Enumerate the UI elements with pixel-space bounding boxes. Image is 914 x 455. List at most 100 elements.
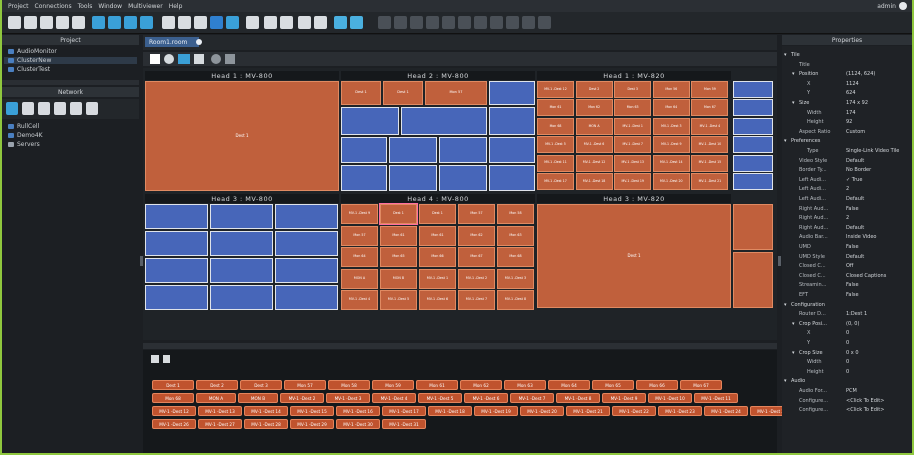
video-tile[interactable]: Mon 63 <box>614 99 652 117</box>
video-tile[interactable]: MV-1 -Dest 5 <box>537 136 574 154</box>
source-chip[interactable]: MV-1 -Dest 7 <box>510 393 554 403</box>
video-tile[interactable] <box>341 165 387 191</box>
toolbar-button-19[interactable] <box>314 16 327 29</box>
video-tile[interactable]: Mon 57 <box>425 81 487 105</box>
property-value[interactable]: <Click To Edit> <box>846 398 884 404</box>
source-chip[interactable]: MV-1 -Dest 8 <box>556 393 600 403</box>
video-tile[interactable]: MV-1 -Dest 12 <box>537 81 574 98</box>
network-tool-icon-1[interactable] <box>6 102 18 115</box>
video-tile[interactable]: Mon 65 <box>380 247 417 267</box>
align-tool-4[interactable] <box>426 16 439 29</box>
toolbar-button-20[interactable] <box>334 16 347 29</box>
video-tile[interactable] <box>733 252 773 308</box>
property-value[interactable]: 174 <box>846 110 856 116</box>
video-tile[interactable]: Mon 68 <box>537 117 574 135</box>
video-tile[interactable] <box>145 204 208 229</box>
source-chip[interactable]: MV-1 -Dest 26 <box>152 419 196 429</box>
video-tile[interactable]: Mon 61 <box>419 225 456 246</box>
source-chip[interactable]: MV-1 -Dest 20 <box>520 406 564 416</box>
property-value[interactable]: Closed Captions <box>846 273 886 279</box>
video-tile[interactable] <box>489 107 535 135</box>
menu-tools[interactable]: Tools <box>78 3 93 10</box>
network-tool-icon-6[interactable] <box>86 102 98 115</box>
splitter[interactable] <box>2 80 139 85</box>
project-item-audiomonitor[interactable]: AudioMonitor <box>8 48 57 55</box>
source-chip[interactable]: MV-1 -Dest 11 <box>694 393 738 403</box>
property-value[interactable]: 0 <box>846 330 849 336</box>
video-tile[interactable]: Mon 68 <box>497 247 534 267</box>
project-item-clusternew[interactable]: ClusterNew <box>4 57 137 64</box>
video-tile[interactable] <box>210 258 273 283</box>
toolbar-button-16[interactable] <box>264 16 277 29</box>
video-tile[interactable] <box>439 165 487 191</box>
source-chip[interactable]: MV-1 -Dest 31 <box>382 419 426 429</box>
source-chip[interactable]: MV-1 -Dest 28 <box>244 419 288 429</box>
video-tile[interactable]: Mon 62 <box>575 99 613 117</box>
video-tile[interactable] <box>341 137 387 163</box>
video-tile[interactable] <box>275 258 338 283</box>
right-resize-handle[interactable] <box>778 256 781 266</box>
video-tile[interactable]: MV-1 -Dest 14 <box>652 154 690 172</box>
source-chip[interactable]: MV-1 -Dest 12 <box>152 406 196 416</box>
video-tile[interactable]: Mon 56 <box>652 81 690 98</box>
video-tile[interactable]: MV-1 -Dest 1 <box>614 117 652 135</box>
property-value[interactable]: False <box>846 282 859 288</box>
align-tool-9[interactable] <box>506 16 519 29</box>
source-chip[interactable]: Mon 61 <box>416 380 458 390</box>
property-value[interactable]: 174 x 92 <box>846 100 868 106</box>
toolbar-button-12[interactable] <box>194 16 207 29</box>
user-avatar-icon[interactable] <box>899 2 907 10</box>
property-value[interactable]: 1:Dest 1 <box>846 311 867 317</box>
video-tile[interactable]: MV-1 -Dest 7 <box>458 290 495 310</box>
source-chip[interactable]: Mon 63 <box>504 380 546 390</box>
property-value[interactable]: 624 <box>846 90 856 96</box>
source-chip[interactable]: MV-1 -Dest 23 <box>658 406 702 416</box>
video-tile[interactable]: Dest 1 <box>383 81 423 105</box>
canvas-splitter[interactable] <box>143 343 777 349</box>
video-tile[interactable] <box>733 154 773 172</box>
source-chip[interactable]: MON A <box>196 393 236 403</box>
video-tile[interactable] <box>341 107 399 135</box>
video-tile[interactable]: MV-1 -Dest 20 <box>652 173 690 190</box>
source-chip[interactable]: Mon 57 <box>284 380 326 390</box>
video-tile[interactable] <box>275 285 338 310</box>
video-tile[interactable] <box>145 258 208 283</box>
toolbar-button-21[interactable] <box>350 16 363 29</box>
video-tile[interactable]: Dest 1 <box>380 204 417 224</box>
property-value[interactable]: False <box>846 292 859 298</box>
network-tool-icon-3[interactable] <box>38 102 50 115</box>
align-tool-2[interactable] <box>394 16 407 29</box>
menu-multiviewer[interactable]: Multiviewer <box>128 3 163 10</box>
video-tile[interactable]: Dest 2 <box>575 81 613 98</box>
video-tile[interactable] <box>145 285 208 310</box>
source-chip[interactable]: MV-1 -Dest 16 <box>336 406 380 416</box>
source-chip[interactable]: MV-1 -Dest 18 <box>428 406 472 416</box>
video-tile[interactable]: MV-1 -Dest 6 <box>575 136 613 154</box>
property-value[interactable]: Off <box>846 263 853 269</box>
toolbar-button-17[interactable] <box>280 16 293 29</box>
video-tile[interactable]: MV-1 -Dest 9 <box>341 204 378 224</box>
gear-icon[interactable] <box>211 54 221 64</box>
source-chip[interactable]: MV-1 -Dest 13 <box>198 406 242 416</box>
video-tile[interactable]: Mon 67 <box>458 247 495 267</box>
toolbar-button-18[interactable] <box>298 16 311 29</box>
property-section[interactable]: ▾ <box>792 71 795 77</box>
video-tile[interactable]: MV-1 -Dest 19 <box>614 173 652 190</box>
video-tile[interactable]: Dest 1 <box>145 81 339 191</box>
video-tile[interactable]: MV-1 -Dest 3 <box>652 117 690 135</box>
property-value[interactable]: Default <box>846 254 864 260</box>
toolbar-button-13[interactable] <box>210 16 223 29</box>
video-tile[interactable] <box>733 204 773 250</box>
video-tile[interactable]: Mon 67 <box>691 99 729 117</box>
video-tile[interactable]: Mon 64 <box>652 99 690 117</box>
video-tile[interactable]: Mon 64 <box>341 247 378 267</box>
target-icon[interactable] <box>164 54 174 64</box>
source-chip[interactable]: Mon 59 <box>372 380 414 390</box>
video-tile[interactable]: MV-1 -Dest 5 <box>380 290 417 310</box>
source-chip[interactable]: MON B <box>238 393 278 403</box>
video-tile[interactable] <box>389 165 437 191</box>
property-section[interactable]: ▾ <box>784 378 787 384</box>
network-item-demo4k[interactable]: Demo4K <box>8 132 43 139</box>
video-tile[interactable] <box>145 231 208 256</box>
video-tile[interactable]: Mon 57 <box>458 204 495 224</box>
